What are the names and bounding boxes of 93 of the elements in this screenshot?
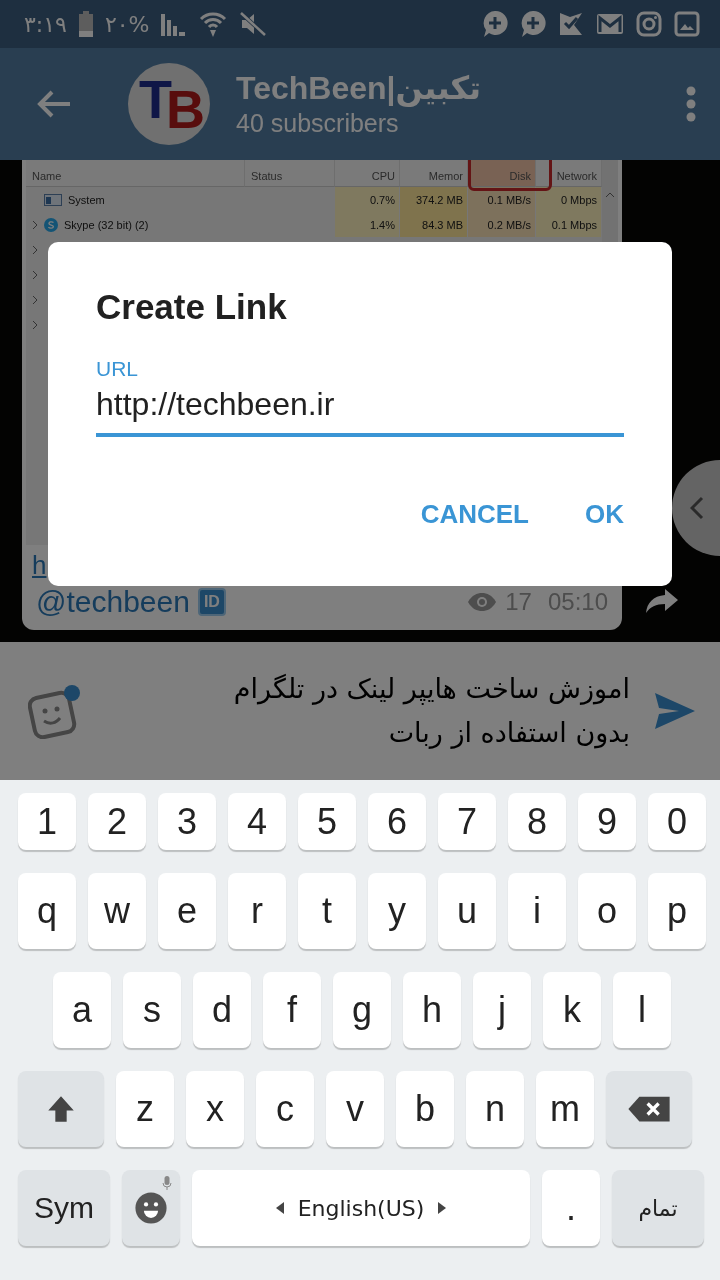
key[interactable]: b [396,1071,454,1147]
key[interactable]: j [473,972,531,1048]
key[interactable]: d [193,972,251,1048]
channel-avatar-logo: TB [128,63,210,145]
key[interactable]: 3 [158,793,216,850]
back-arrow-icon[interactable] [36,89,72,119]
eye-icon [467,592,498,612]
key[interactable]: f [263,972,321,1048]
shift-key[interactable] [18,1071,104,1147]
battery-percent: ۲۰% [104,11,150,37]
usage-cell: 374.2 MB [400,187,468,212]
usage-cell: 0.2 MB/s [468,212,536,237]
key[interactable]: t [298,873,356,949]
up-chevron-icon [605,192,615,198]
column-header: Name [26,160,245,187]
signal-icon [161,12,188,36]
check-flag-icon [558,11,584,37]
more-menu-icon[interactable] [686,86,696,122]
column-header: Status [245,160,335,187]
key[interactable]: e [158,873,216,949]
key[interactable]: x [186,1071,244,1147]
key[interactable]: q [18,873,76,949]
backspace-icon [627,1095,671,1123]
period-key[interactable]: . [542,1170,600,1246]
key[interactable]: s [123,972,181,1048]
usage-cell: 84.3 MB [400,212,468,237]
sym-key[interactable]: Sym [18,1170,110,1246]
key[interactable]: r [228,873,286,949]
key[interactable]: k [543,972,601,1048]
process-name: Skype (32 bit) (2) [64,218,149,231]
chat-plus-icon [482,10,508,38]
key[interactable]: 0 [648,793,706,850]
key[interactable]: 7 [438,793,496,850]
key[interactable]: v [326,1071,384,1147]
key[interactable]: o [578,873,636,949]
key[interactable]: w [88,873,146,949]
key[interactable]: l [613,972,671,1048]
left-triangle-icon [275,1202,284,1214]
smiley-icon [134,1191,168,1225]
usage-cell: 0.1 Mbps [536,212,602,237]
usage-cell: 0.1 MB/s [468,187,536,212]
dialog-title: Create Link [96,286,288,328]
emoji-key[interactable] [122,1170,180,1246]
id-badge: ID [197,588,226,616]
left-chevron-icon [690,496,704,520]
key[interactable]: g [333,972,391,1048]
right-triangle-icon [438,1202,447,1214]
mail-icon [596,13,624,35]
system-icon [44,193,62,206]
key[interactable]: 8 [508,793,566,850]
skype-icon [44,217,58,232]
subscriber-count: 40 subscribers [236,108,400,139]
key[interactable]: a [53,972,111,1048]
space-key[interactable]: English(US) [192,1170,530,1246]
share-arrow-icon [645,588,679,614]
key[interactable]: m [536,1071,594,1147]
usage-cell: 0 Mbps [536,187,602,212]
send-icon[interactable] [654,692,696,730]
column-header: Memor [400,160,468,187]
column-header: Network [536,160,602,187]
key[interactable]: z [116,1071,174,1147]
key[interactable]: 1 [18,793,76,850]
field-label: URL [96,356,139,382]
key[interactable]: 2 [88,793,146,850]
key[interactable]: c [256,1071,314,1147]
channel-title: TechBeen|تکبین [236,69,483,107]
key[interactable]: h [403,972,461,1048]
backspace-key[interactable] [606,1071,692,1147]
column-header: Disk [468,160,536,187]
column-header: CPU [335,160,400,187]
key[interactable]: 6 [368,793,426,850]
battery-icon [78,11,93,37]
wifi-icon [199,11,228,37]
key[interactable]: 9 [578,793,636,850]
key[interactable]: p [648,873,706,949]
microphone-icon [162,1176,172,1190]
key[interactable]: n [466,1071,524,1147]
usage-cell: 1.4% [335,212,400,237]
process-name: System [68,193,105,206]
chat-plus-icon [520,10,546,38]
usage-cell: 0.7% [335,187,400,212]
key[interactable]: y [368,873,426,949]
done-key[interactable]: تمام [612,1170,704,1246]
key[interactable]: 5 [298,793,356,850]
clock-time: ۳:۱۹ [24,11,67,37]
mute-icon [239,11,268,37]
camera-icon [636,11,662,37]
key[interactable]: 4 [228,793,286,850]
image-icon [674,11,700,37]
key[interactable]: i [508,873,566,949]
url-field[interactable]: http://techbeen.ir [96,382,624,437]
key[interactable]: u [438,873,496,949]
channel-mention: @techbeen [36,584,190,620]
